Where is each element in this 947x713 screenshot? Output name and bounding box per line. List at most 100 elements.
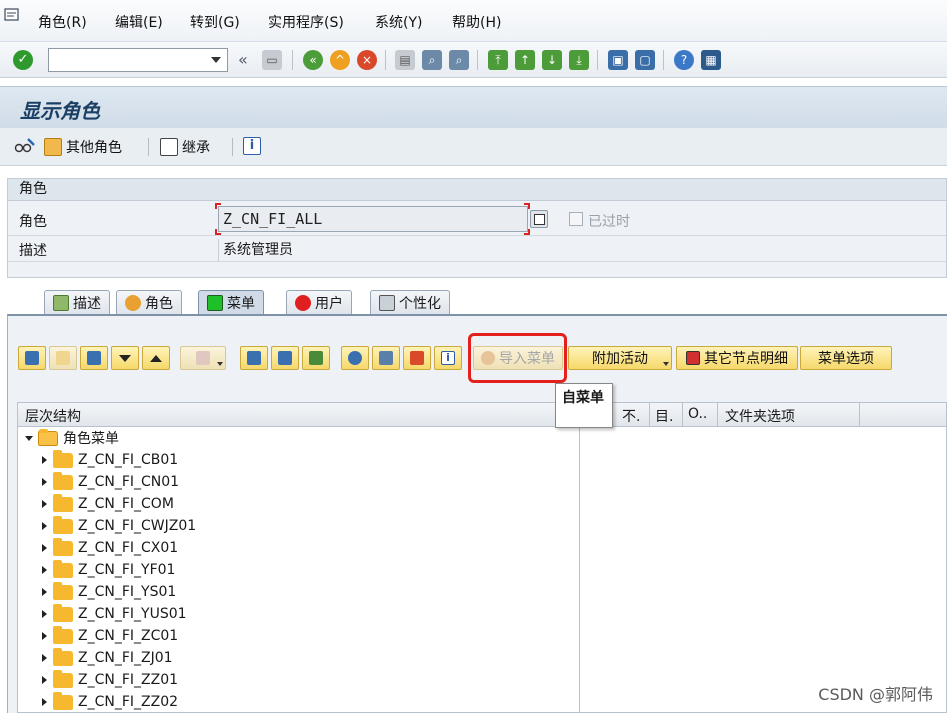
header-hierarchy[interactable]: 层次结构 (25, 406, 81, 426)
move-up-button[interactable] (142, 346, 170, 370)
new-session-icon[interactable]: ▣ (608, 50, 628, 70)
row-divider (8, 235, 946, 236)
tab-personalization[interactable]: 个性化 (370, 290, 450, 314)
expand-all-button[interactable] (18, 346, 46, 370)
folder-button[interactable] (49, 346, 77, 370)
menu-role[interactable]: 角色(R) (38, 12, 87, 32)
chart-button[interactable] (403, 346, 431, 370)
chevron-right-icon[interactable] (42, 698, 47, 706)
chevron-right-icon[interactable] (42, 676, 47, 684)
menu-options-button[interactable]: 菜单选项 (800, 346, 892, 370)
tree-node[interactable]: Z_CN_FI_ZC01 (42, 625, 178, 647)
chevron-right-icon[interactable] (42, 478, 47, 486)
obsolete-checkbox[interactable] (569, 212, 583, 226)
chevron-down-icon[interactable] (25, 435, 33, 441)
menu-edit[interactable]: 编辑(E) (115, 12, 163, 32)
tree-node[interactable]: Z_CN_FI_YUS01 (42, 603, 187, 625)
other-node-details-button[interactable]: 其它节点明细 (676, 346, 798, 370)
find-next-icon[interactable]: ⌕ (449, 50, 469, 70)
window-menu-icon[interactable] (4, 8, 22, 24)
info-button-menu[interactable]: i (434, 346, 462, 370)
tree-header: 层次结构 不. 目. O.. 文件夹选项 (18, 403, 946, 427)
menu-goto[interactable]: 转到(G) (190, 12, 240, 32)
tree-column-divider (579, 427, 580, 713)
menu-utilities[interactable]: 实用程序(S) (268, 12, 344, 32)
layout-menu-icon[interactable]: ▦ (701, 50, 721, 70)
command-field[interactable] (48, 48, 228, 72)
glasses-pencil-icon (14, 138, 35, 153)
chevron-right-icon[interactable] (42, 456, 47, 464)
other-roles-label: 其他角色 (66, 140, 122, 156)
tab-description[interactable]: 描述 (44, 290, 110, 314)
exit-icon[interactable]: ^ (330, 50, 350, 70)
tab-roles[interactable]: 角色 (116, 290, 182, 314)
other-roles-button[interactable]: 其他角色 (44, 137, 122, 157)
chevron-right-icon[interactable] (42, 566, 47, 574)
toolbar-separator (148, 138, 149, 156)
tree-node[interactable]: Z_CN_FI_CN01 (42, 471, 179, 493)
menu-tree: 层次结构 不. 目. O.. 文件夹选项 角色菜单 Z_CN_FI_CB01 Z… (17, 402, 947, 713)
chevron-right-icon[interactable] (42, 610, 47, 618)
chevron-right-icon[interactable] (42, 588, 47, 596)
help-icon[interactable]: ? (674, 50, 694, 70)
toolbar-separator (597, 50, 598, 70)
copy-icon[interactable] (530, 210, 548, 228)
shortcut-icon[interactable]: ▢ (635, 50, 655, 70)
first-page-icon[interactable]: ⤒ (488, 50, 508, 70)
folder-icon (56, 351, 70, 365)
find-icon[interactable]: ⌕ (422, 50, 442, 70)
tree-node[interactable]: Z_CN_FI_CB01 (42, 449, 178, 471)
move-button[interactable] (80, 346, 108, 370)
display-change-button[interactable] (14, 137, 36, 155)
folder-icon (53, 669, 73, 688)
delete-node-button[interactable] (180, 346, 226, 370)
header-m[interactable]: 目. (655, 406, 673, 426)
move-down-button[interactable] (111, 346, 139, 370)
tree-node[interactable]: Z_CN_FI_YF01 (42, 559, 175, 581)
triangle-down-icon (119, 354, 131, 362)
group-title: 角色 (8, 179, 946, 201)
focus-corner (524, 203, 530, 209)
prev-page-icon[interactable]: ↑ (515, 50, 535, 70)
chevron-right-icon[interactable] (42, 632, 47, 640)
other-node-details-label: 其它节点明细 (704, 351, 788, 367)
inherit-button[interactable]: 继承 (160, 137, 210, 157)
role-input[interactable]: Z_CN_FI_ALL (218, 206, 528, 232)
chevron-down-icon[interactable] (211, 57, 221, 63)
last-page-icon[interactable]: ⤓ (569, 50, 589, 70)
info-button[interactable]: i (243, 137, 261, 155)
tree-node[interactable]: Z_CN_FI_ZZ02 (42, 691, 178, 713)
chevron-right-icon[interactable] (42, 522, 47, 530)
enter-icon[interactable]: ✓ (13, 50, 33, 70)
chevron-right-icon[interactable] (42, 654, 47, 662)
tree-node[interactable]: Z_CN_FI_ZJ01 (42, 647, 173, 669)
next-page-icon[interactable]: ↓ (542, 50, 562, 70)
tree-node[interactable]: Z_CN_FI_YS01 (42, 581, 176, 603)
print-icon[interactable]: ▤ (395, 50, 415, 70)
save-icon[interactable]: ▭ (262, 50, 282, 70)
tree-node[interactable]: Z_CN_FI_COM (42, 493, 174, 515)
back-icon[interactable]: « (303, 50, 323, 70)
find-button[interactable] (240, 346, 268, 370)
tree-node-label: Z_CN_FI_ZC01 (78, 628, 179, 644)
tree-node[interactable]: Z_CN_FI_ZZ01 (42, 669, 178, 691)
find-next-button[interactable] (271, 346, 299, 370)
menu-system[interactable]: 系统(Y) (375, 12, 422, 32)
chevron-right-icon[interactable] (42, 544, 47, 552)
tree-node[interactable]: Z_CN_FI_CWJZ01 (42, 515, 196, 537)
header-folder-options[interactable]: 文件夹选项 (725, 406, 795, 426)
print-button[interactable] (372, 346, 400, 370)
menu-help[interactable]: 帮助(H) (452, 12, 501, 32)
transaction-button[interactable] (302, 346, 330, 370)
header-o[interactable]: O.. (688, 406, 707, 422)
collapse-icon[interactable]: « (238, 50, 248, 69)
additional-activities-button[interactable]: 附加活动 (568, 346, 672, 370)
tab-user[interactable]: 用户 (286, 290, 352, 314)
zoom-button[interactable] (341, 346, 369, 370)
header-n[interactable]: 不. (622, 406, 640, 426)
cancel-icon[interactable]: × (357, 50, 377, 70)
chevron-right-icon[interactable] (42, 500, 47, 508)
tree-node[interactable]: Z_CN_FI_CX01 (42, 537, 178, 559)
tab-menu[interactable]: 菜单 (198, 290, 264, 315)
tree-root-node[interactable]: 角色菜单 (25, 427, 119, 449)
